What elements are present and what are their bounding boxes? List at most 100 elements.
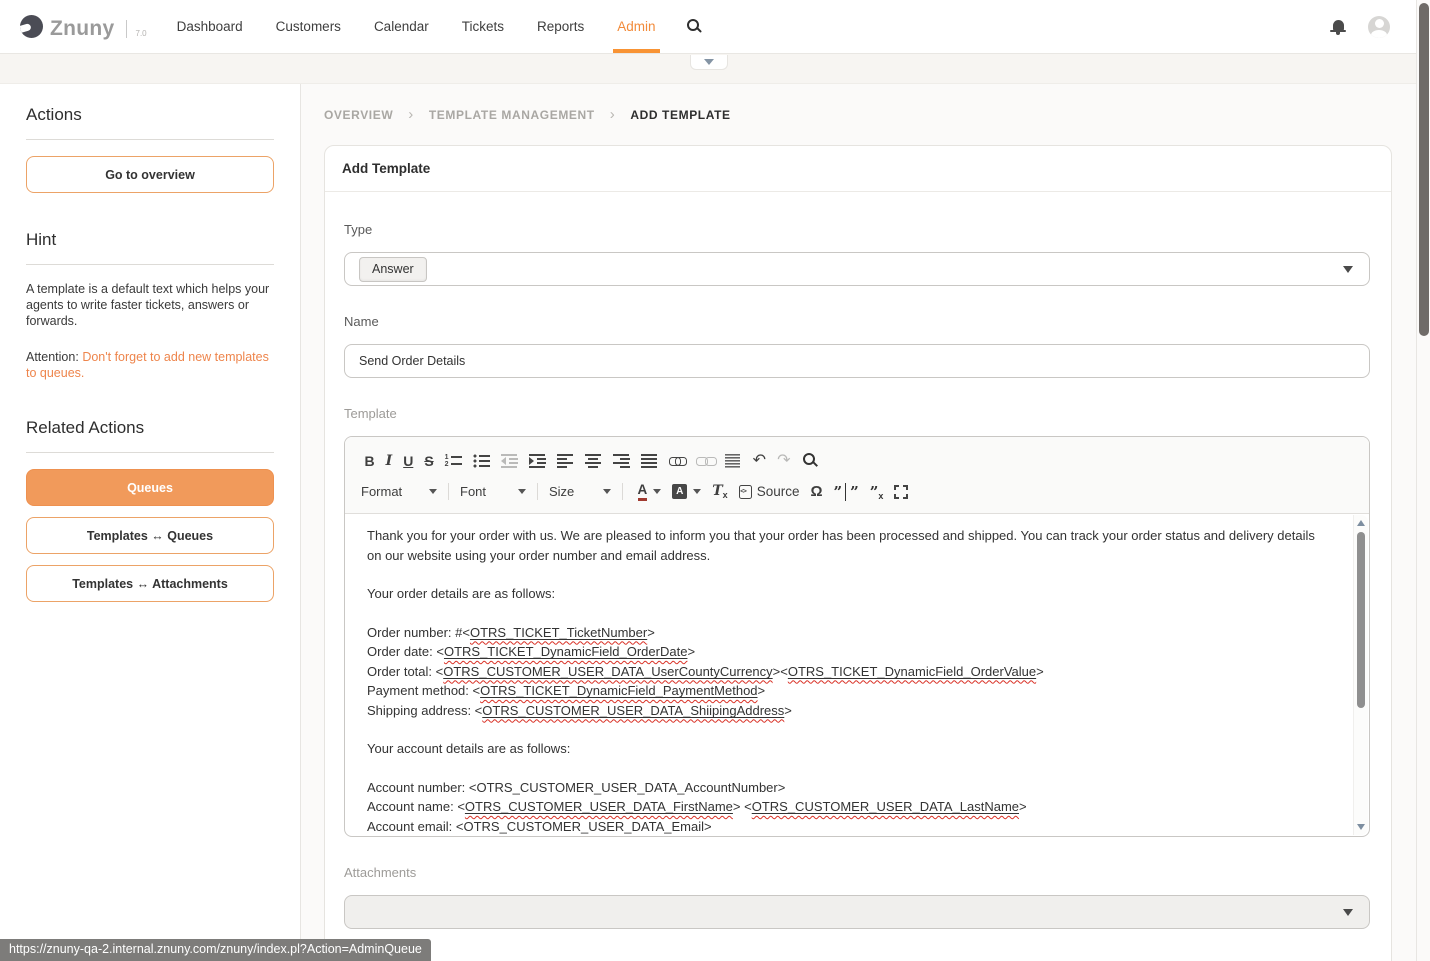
editor-text: >	[647, 625, 655, 640]
template-token-text: OTRS_CUSTOMER_USER_DATA_LastName	[752, 799, 1019, 814]
underline-icon[interactable]: U	[403, 449, 413, 473]
related-button-templates-queues[interactable]: Templates ↔ Queues	[26, 517, 274, 554]
bold-icon[interactable]: B	[365, 449, 375, 473]
align-left-icon[interactable]	[557, 449, 574, 473]
editor-text: Order total: <	[367, 664, 443, 679]
nav-item-reports[interactable]: Reports	[537, 0, 584, 53]
toolbar-separator	[537, 483, 538, 500]
background-color-icon[interactable]: A	[672, 480, 701, 504]
add-template-card: Add Template Type Answer Name Send Order…	[324, 145, 1392, 961]
nav-item-dashboard[interactable]: Dashboard	[177, 0, 243, 53]
related-button-templates-attachments[interactable]: Templates ↔ Attachments	[26, 565, 274, 602]
align-left-icon	[557, 453, 574, 468]
name-label: Name	[344, 314, 1370, 329]
editor-toolbar: BIUS ↶ ↷ Format Font Size AA Source Ω	[345, 437, 1369, 514]
editor-text: Thank you for your order with us. We are…	[367, 528, 1315, 563]
section-divider	[26, 264, 274, 265]
redo-icon[interactable]: ↷	[777, 449, 790, 473]
align-center-icon[interactable]	[585, 449, 602, 473]
chevron-down-icon	[1343, 266, 1353, 273]
section-divider	[26, 452, 274, 453]
editor-text: > <	[733, 799, 752, 814]
editor-text: >	[758, 683, 766, 698]
decrease-indent-icon[interactable]	[501, 449, 518, 473]
bell-clapper	[1336, 32, 1340, 35]
toolbar-row-1: BIUS ↶ ↷	[359, 445, 1355, 476]
znuny-logo[interactable]: Znuny 7.0	[20, 15, 147, 39]
attachments-select[interactable]	[344, 895, 1370, 929]
decrease-indent-icon	[501, 453, 518, 468]
nav-item-admin[interactable]: Admin	[617, 0, 655, 53]
actions-section: Actions Go to overview	[26, 105, 274, 193]
italic-icon[interactable]: I	[386, 449, 393, 473]
toolbar-expand-button[interactable]	[690, 55, 728, 70]
size-dropdown-label: Size	[549, 484, 574, 499]
user-avatar[interactable]	[1368, 16, 1390, 38]
text-color-icon[interactable]: A	[638, 480, 662, 504]
notifications-bell-icon[interactable]	[1330, 19, 1346, 35]
hint-section: Hint A template is a default text which …	[26, 230, 274, 381]
format-dropdown[interactable]: Format	[359, 480, 439, 504]
editor-text: Order number: #<	[367, 625, 470, 640]
type-selected-chip[interactable]: Answer	[359, 257, 427, 282]
type-select[interactable]: Answer	[344, 252, 1370, 286]
go-to-overview-button[interactable]: Go to overview	[26, 156, 274, 193]
editor-text: >	[1036, 664, 1044, 679]
breadcrumb-chevron-icon: ›	[408, 110, 414, 120]
unlink-icon[interactable]	[697, 449, 714, 473]
source-button[interactable]: Source	[739, 480, 800, 504]
strikethrough-icon[interactable]: S	[424, 449, 433, 473]
editor-scrollbar-thumb[interactable]	[1357, 532, 1365, 708]
font-dropdown[interactable]: Font	[458, 480, 528, 504]
special-char-icon[interactable]: Ω	[810, 480, 822, 504]
name-input[interactable]: Send Order Details	[344, 344, 1370, 378]
scroll-down-arrow-icon[interactable]	[1357, 824, 1365, 830]
text-lines-icon[interactable]	[725, 449, 742, 473]
related-button-queues[interactable]: Queues	[26, 469, 274, 506]
page-scrollbar-thumb[interactable]	[1419, 3, 1429, 336]
increase-indent-icon[interactable]	[529, 449, 546, 473]
nav-item-customers[interactable]: Customers	[276, 0, 341, 53]
quote-split-icon[interactable]	[834, 480, 859, 504]
editor-line: Order total: <OTRS_CUSTOMER_USER_DATA_Us…	[367, 662, 1325, 682]
chevron-down-icon	[693, 489, 701, 494]
related-actions-buttons: Queues Templates ↔ Queues Templates ↔ Atta…	[26, 469, 274, 602]
editor-text: Payment method: <	[367, 683, 480, 698]
validity-label: Validity	[344, 957, 1370, 961]
nav-item-tickets[interactable]: Tickets	[462, 0, 504, 53]
numbered-list-icon[interactable]	[445, 449, 462, 473]
template-token-text: OTRS_CUSTOMER_USER_DATA_UserCountyCurren…	[443, 664, 772, 679]
editor-paragraph: Thank you for your order with us. We are…	[367, 526, 1325, 565]
background-color-icon: A	[672, 484, 687, 499]
nav-item-calendar[interactable]: Calendar	[374, 0, 429, 53]
align-right-icon[interactable]	[613, 449, 630, 473]
quote-remove-icon[interactable]	[870, 480, 884, 504]
editor-text: Account number: <OTRS_CUSTOMER_USER_DATA…	[367, 780, 785, 795]
template-token: OTRS_CUSTOMER_USER_DATA_LastName	[752, 799, 1019, 814]
maximize-icon	[894, 485, 908, 499]
chevron-down-icon	[653, 489, 661, 494]
search-button[interactable]	[686, 18, 704, 36]
maximize-icon[interactable]	[894, 480, 908, 504]
size-dropdown[interactable]: Size	[547, 480, 613, 504]
main-nav: Dashboard Customers Calendar Tickets Reports…	[177, 0, 656, 53]
template-token: OTRS_CUSTOMER_USER_DATA_FirstName	[465, 799, 733, 814]
justify-icon[interactable]	[641, 449, 658, 473]
editor-scrollbar[interactable]	[1353, 515, 1368, 835]
bulleted-list-icon[interactable]	[473, 449, 490, 473]
page-scrollbar[interactable]	[1416, 0, 1430, 961]
scroll-up-arrow-icon[interactable]	[1357, 520, 1365, 526]
breadcrumb-item-overview[interactable]: OVERVIEW	[324, 108, 393, 122]
undo-icon[interactable]: ↶	[753, 449, 766, 473]
editor-line: Shipping address: <OTRS_CUSTOMER_USER_DA…	[367, 701, 1325, 721]
breadcrumb-item-template-management[interactable]: TEMPLATE MANAGEMENT	[429, 108, 595, 122]
editor-text: Your account details are as follows:	[367, 741, 570, 756]
remove-format-icon[interactable]	[712, 480, 727, 504]
link-icon[interactable]	[669, 449, 686, 473]
editor-content[interactable]: Thank you for your order with us. We are…	[345, 514, 1369, 836]
brand-name: Znuny	[50, 18, 115, 39]
editor-text: Account email: <OTRS_CUSTOMER_USER_DATA_…	[367, 819, 712, 834]
editor-paragraph: Order number: #<OTRS_TICKET_TicketNumber…	[367, 623, 1325, 721]
bold-icon: B	[365, 453, 375, 469]
find-icon[interactable]	[801, 449, 818, 473]
